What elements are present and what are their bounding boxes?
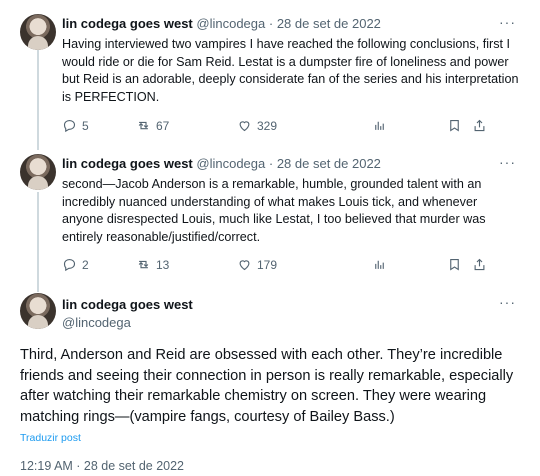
views-button[interactable]	[372, 118, 387, 133]
retweet-button[interactable]: 13	[136, 257, 169, 272]
thread-tweet-2[interactable]: lin codega goes west @lincodega · 28 de …	[0, 148, 540, 288]
reply-count: 2	[82, 257, 89, 272]
tweet-text: second—Jacob Anderson is a remarkable, h…	[62, 177, 486, 244]
author-name[interactable]: lin codega goes west	[62, 156, 193, 171]
reply-button[interactable]: 5	[62, 118, 89, 133]
bookmark-button[interactable]	[447, 118, 462, 133]
tweet-date[interactable]: · 28 de set de 2022	[269, 156, 381, 171]
translate-link[interactable]: Traduzir post	[20, 432, 81, 444]
tweet-header: lin codega goes west @lincodega · 28 de …	[62, 16, 381, 32]
views-icon	[375, 260, 384, 269]
avatar[interactable]	[20, 293, 56, 329]
bookmark-icon	[450, 258, 459, 271]
action-bar: 5 67 329	[62, 118, 520, 136]
share-icon	[474, 119, 485, 132]
retweet-icon	[138, 260, 149, 269]
share-button[interactable]	[472, 118, 487, 133]
reply-count: 5	[82, 118, 89, 133]
author-handle[interactable]: @lincodega	[196, 156, 265, 171]
views-icon	[375, 121, 384, 130]
like-count: 179	[257, 257, 278, 272]
reply-icon	[63, 119, 76, 133]
like-count: 329	[257, 118, 278, 133]
bookmark-button[interactable]	[447, 257, 462, 272]
like-icon	[239, 260, 250, 271]
more-icon[interactable]: ···	[499, 154, 516, 170]
retweet-count: 13	[156, 257, 170, 272]
more-icon[interactable]: ···	[499, 14, 516, 30]
author-name[interactable]: lin codega goes west	[62, 297, 193, 312]
retweet-icon	[138, 121, 149, 130]
bookmark-icon	[450, 119, 459, 132]
author-name[interactable]: lin codega goes west	[62, 16, 193, 31]
like-button[interactable]: 329	[237, 118, 277, 133]
views-button[interactable]	[372, 257, 387, 272]
tweet-timestamp[interactable]: 12:19 AM · 28 de set de 2022	[20, 459, 184, 473]
tweet-text: Having interviewed two vampires I have r…	[62, 37, 519, 104]
author-handle[interactable]: @lincodega	[62, 315, 131, 330]
reply-icon	[63, 258, 76, 272]
retweet-button[interactable]: 67	[136, 118, 169, 133]
like-button[interactable]: 179	[237, 257, 277, 272]
tweet-header: lin codega goes west @lincodega · 28 de …	[62, 156, 381, 172]
thread-tweet-1[interactable]: lin codega goes west @lincodega · 28 de …	[0, 0, 540, 148]
share-button[interactable]	[472, 257, 487, 272]
more-icon[interactable]: ···	[499, 294, 516, 310]
author-handle[interactable]: @lincodega	[196, 16, 265, 31]
like-icon	[239, 121, 250, 132]
action-bar: 2 13 179	[62, 257, 520, 275]
share-icon	[474, 258, 485, 271]
tweet-date[interactable]: · 28 de set de 2022	[269, 16, 381, 31]
retweet-count: 67	[156, 118, 170, 133]
reply-button[interactable]: 2	[62, 257, 89, 272]
avatar[interactable]	[20, 154, 56, 190]
main-tweet-text: Third, Anderson and Reid are obsessed wi…	[20, 347, 514, 425]
avatar[interactable]	[20, 14, 56, 50]
